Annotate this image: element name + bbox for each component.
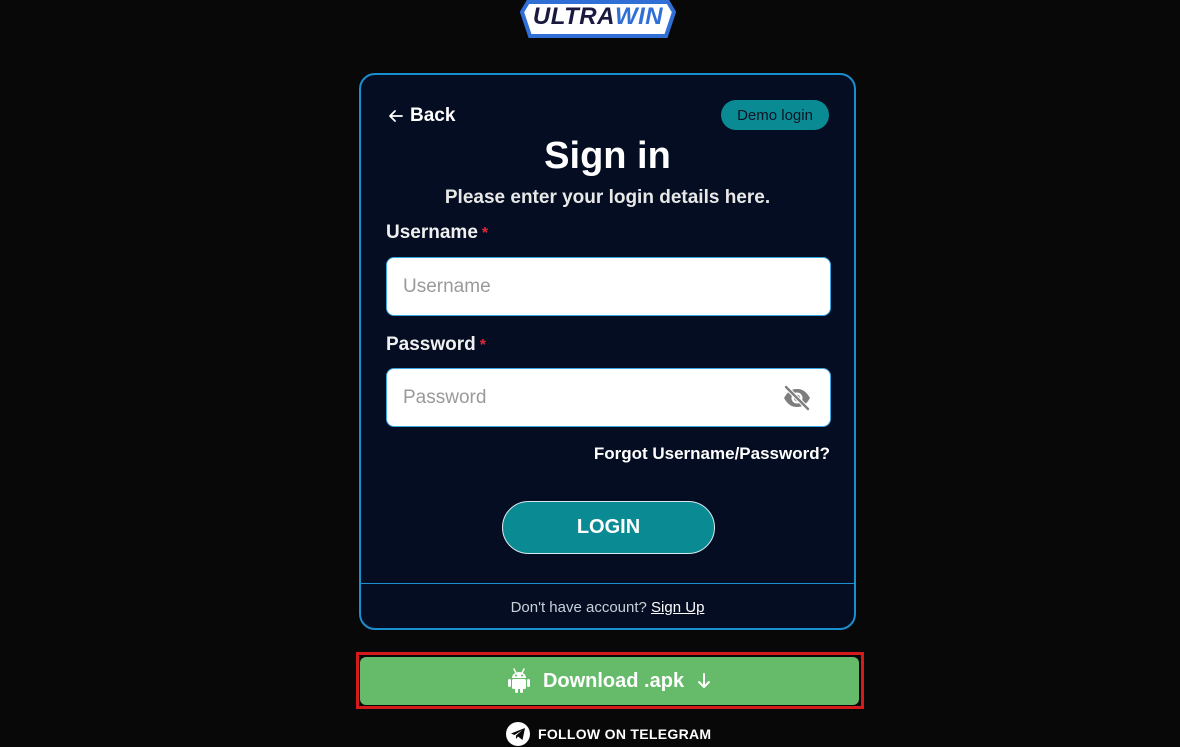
password-required-mark: * [479,337,486,354]
login-button[interactable]: LOGIN [502,501,715,554]
signup-link[interactable]: Sign Up [651,599,704,616]
demo-login-label: Demo login [737,106,813,124]
telegram-label: FOLLOW ON TELEGRAM [538,726,712,742]
download-apk-label: Download .apk [542,669,685,692]
login-label: LOGIN [576,516,641,538]
password-field[interactable] [386,368,831,427]
back-label: Back [410,105,456,126]
demo-login-button[interactable]: Demo login [721,100,829,130]
download-apk-button[interactable]: Download .apk [360,657,859,705]
username-label: Username * [386,222,488,244]
follow-telegram-link[interactable]: FOLLOW ON TELEGRAM [506,722,711,746]
signup-prompt: Don't have account? [510,599,647,616]
password-label-text: Password [386,334,476,355]
card-divider [361,583,854,584]
arrow-left-icon [389,110,403,122]
back-button[interactable]: Back [388,105,455,127]
username-required-mark: * [481,225,489,242]
page-title: Sign in [544,135,671,177]
arrow-down-icon [698,673,711,688]
password-label: Password * [386,334,486,356]
logo-text-ultra: ULTRA [532,3,615,30]
android-icon [507,668,530,693]
telegram-icon [506,722,530,746]
signin-card: Back Demo login Sign in Please enter you… [359,73,856,630]
logo-text: ULTRA WIN [520,0,676,36]
signup-row: Don't have account? Sign Up [361,599,854,616]
forgot-credentials-link[interactable]: Forgot Username/Password? [594,444,830,464]
username-input[interactable] [387,258,830,315]
logo-text-win: WIN [614,3,664,30]
page-subtitle: Please enter your login details here. [444,187,771,208]
eye-off-icon[interactable] [782,384,812,412]
username-field[interactable] [386,257,831,316]
ultrawin-logo: ULTRA WIN [520,0,676,42]
password-input[interactable] [387,369,830,426]
username-label-text: Username [386,222,478,243]
